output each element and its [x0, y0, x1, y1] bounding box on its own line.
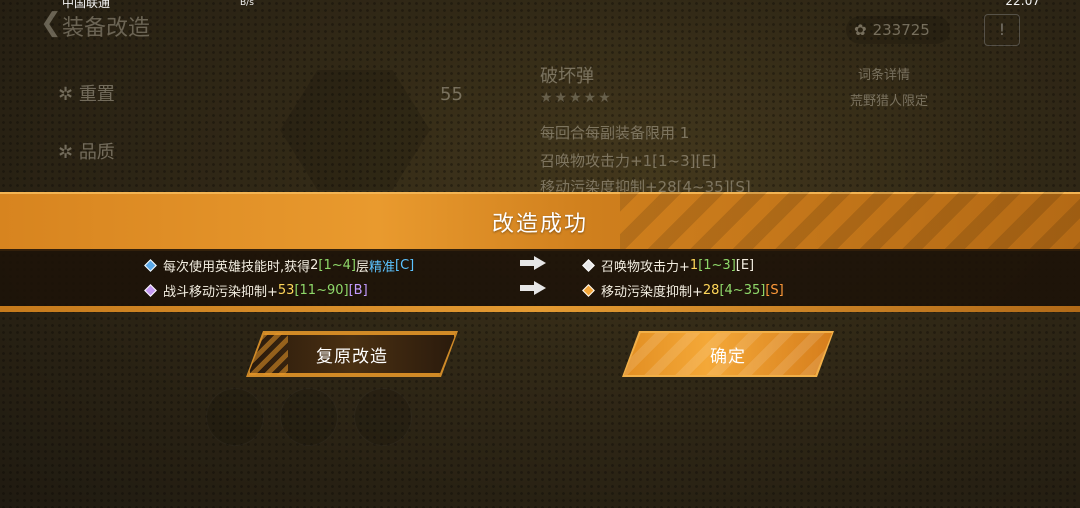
affix-text: 战斗移动污染抑制+ — [163, 285, 278, 300]
button-label: 确定 — [710, 346, 746, 367]
restore-modification-button[interactable]: 复原改造 — [248, 333, 456, 375]
affix-grade: [E] — [735, 258, 755, 273]
grade-e-diamond-icon — [582, 259, 595, 272]
affix-line: 召唤物攻击力+1[1~3][E] — [540, 152, 717, 170]
arrow-right-icon — [520, 256, 548, 270]
detail-toggle[interactable]: 词条详情 — [858, 64, 910, 83]
grade-s-diamond-icon — [582, 284, 595, 297]
affix-grade: [S] — [765, 283, 784, 298]
old-affix-1: 每次使用英雄技能时,获得 2 [1~4] 层 精准 [C] — [144, 256, 415, 275]
affix-value: 28 — [702, 283, 720, 298]
affix-grade: [C] — [395, 258, 415, 273]
info-button[interactable]: ! — [984, 14, 1020, 46]
slot-icon — [206, 388, 264, 446]
item-level: 55 — [440, 84, 463, 105]
affix-text: 召唤物攻击力+ — [601, 260, 690, 275]
banner-footer — [0, 306, 1080, 312]
limit-label: 荒野猎人限定 — [850, 94, 929, 109]
network-speed: B/s — [240, 0, 254, 8]
affix-range: [1~3] — [698, 258, 736, 273]
coin-icon: ✿ — [854, 21, 867, 39]
clock: 22:07 — [1005, 0, 1040, 8]
item-name: 破坏弹 — [540, 66, 594, 87]
affix-value: 53 — [277, 283, 295, 298]
affix-range: [1~4] — [318, 258, 356, 273]
affix-grade: [B] — [348, 283, 368, 298]
affix-hint: 每回合每副装备限用 1 — [540, 124, 690, 142]
status-bar: 中国联通 B/s 22:07 — [62, 0, 1040, 10]
page-title: 装备改造 — [62, 16, 151, 41]
affix-value: 1 — [689, 258, 699, 273]
affix-keyword: 精准 — [369, 260, 396, 275]
new-affix-2: 移动污染度抑制+ 28 [4~35] [S] — [582, 281, 784, 300]
affix-value: 2 — [310, 258, 319, 273]
gear-icon: ✲ — [58, 142, 79, 163]
confirm-button[interactable]: 确定 — [624, 333, 832, 375]
sidebar-item-label: 重置 — [78, 84, 115, 105]
success-banner: 改造成功 每次使用英雄技能时,获得 2 [1~4] 层 精准 [C] 召唤物攻击… — [0, 192, 1080, 316]
slot-icon — [354, 388, 412, 446]
sidebar-item-reset[interactable]: ✲ 重置 — [58, 80, 115, 106]
currency-display: ✿ 233725 — [846, 16, 950, 44]
slot-icon — [280, 388, 338, 446]
back-arrow-icon[interactable]: ❮ — [40, 8, 62, 38]
button-label: 复原改造 — [316, 346, 388, 367]
affix-range: [4~35] — [719, 283, 766, 298]
gear-icon: ✲ — [58, 84, 79, 105]
arrow-right-icon — [520, 281, 548, 295]
item-stars: ★★★★★ — [540, 90, 613, 106]
sidebar-item-label: 品质 — [78, 142, 115, 163]
sidebar-item-quality[interactable]: ✲ 品质 — [58, 138, 115, 164]
currency-amount: 233725 — [872, 21, 930, 39]
affix-text: 层 — [356, 260, 370, 275]
grade-b-diamond-icon — [144, 284, 157, 297]
banner-title: 改造成功 — [491, 212, 588, 237]
affix-text: 移动污染度抑制+ — [601, 285, 703, 300]
affix-text: 每次使用英雄技能时,获得 — [163, 260, 311, 275]
old-affix-2: 战斗移动污染抑制+ 53 [11~90] [B] — [144, 281, 368, 300]
affix-range: [11~90] — [294, 283, 349, 298]
grade-c-diamond-icon — [144, 259, 157, 272]
new-affix-1: 召唤物攻击力+ 1 [1~3] [E] — [582, 256, 755, 275]
